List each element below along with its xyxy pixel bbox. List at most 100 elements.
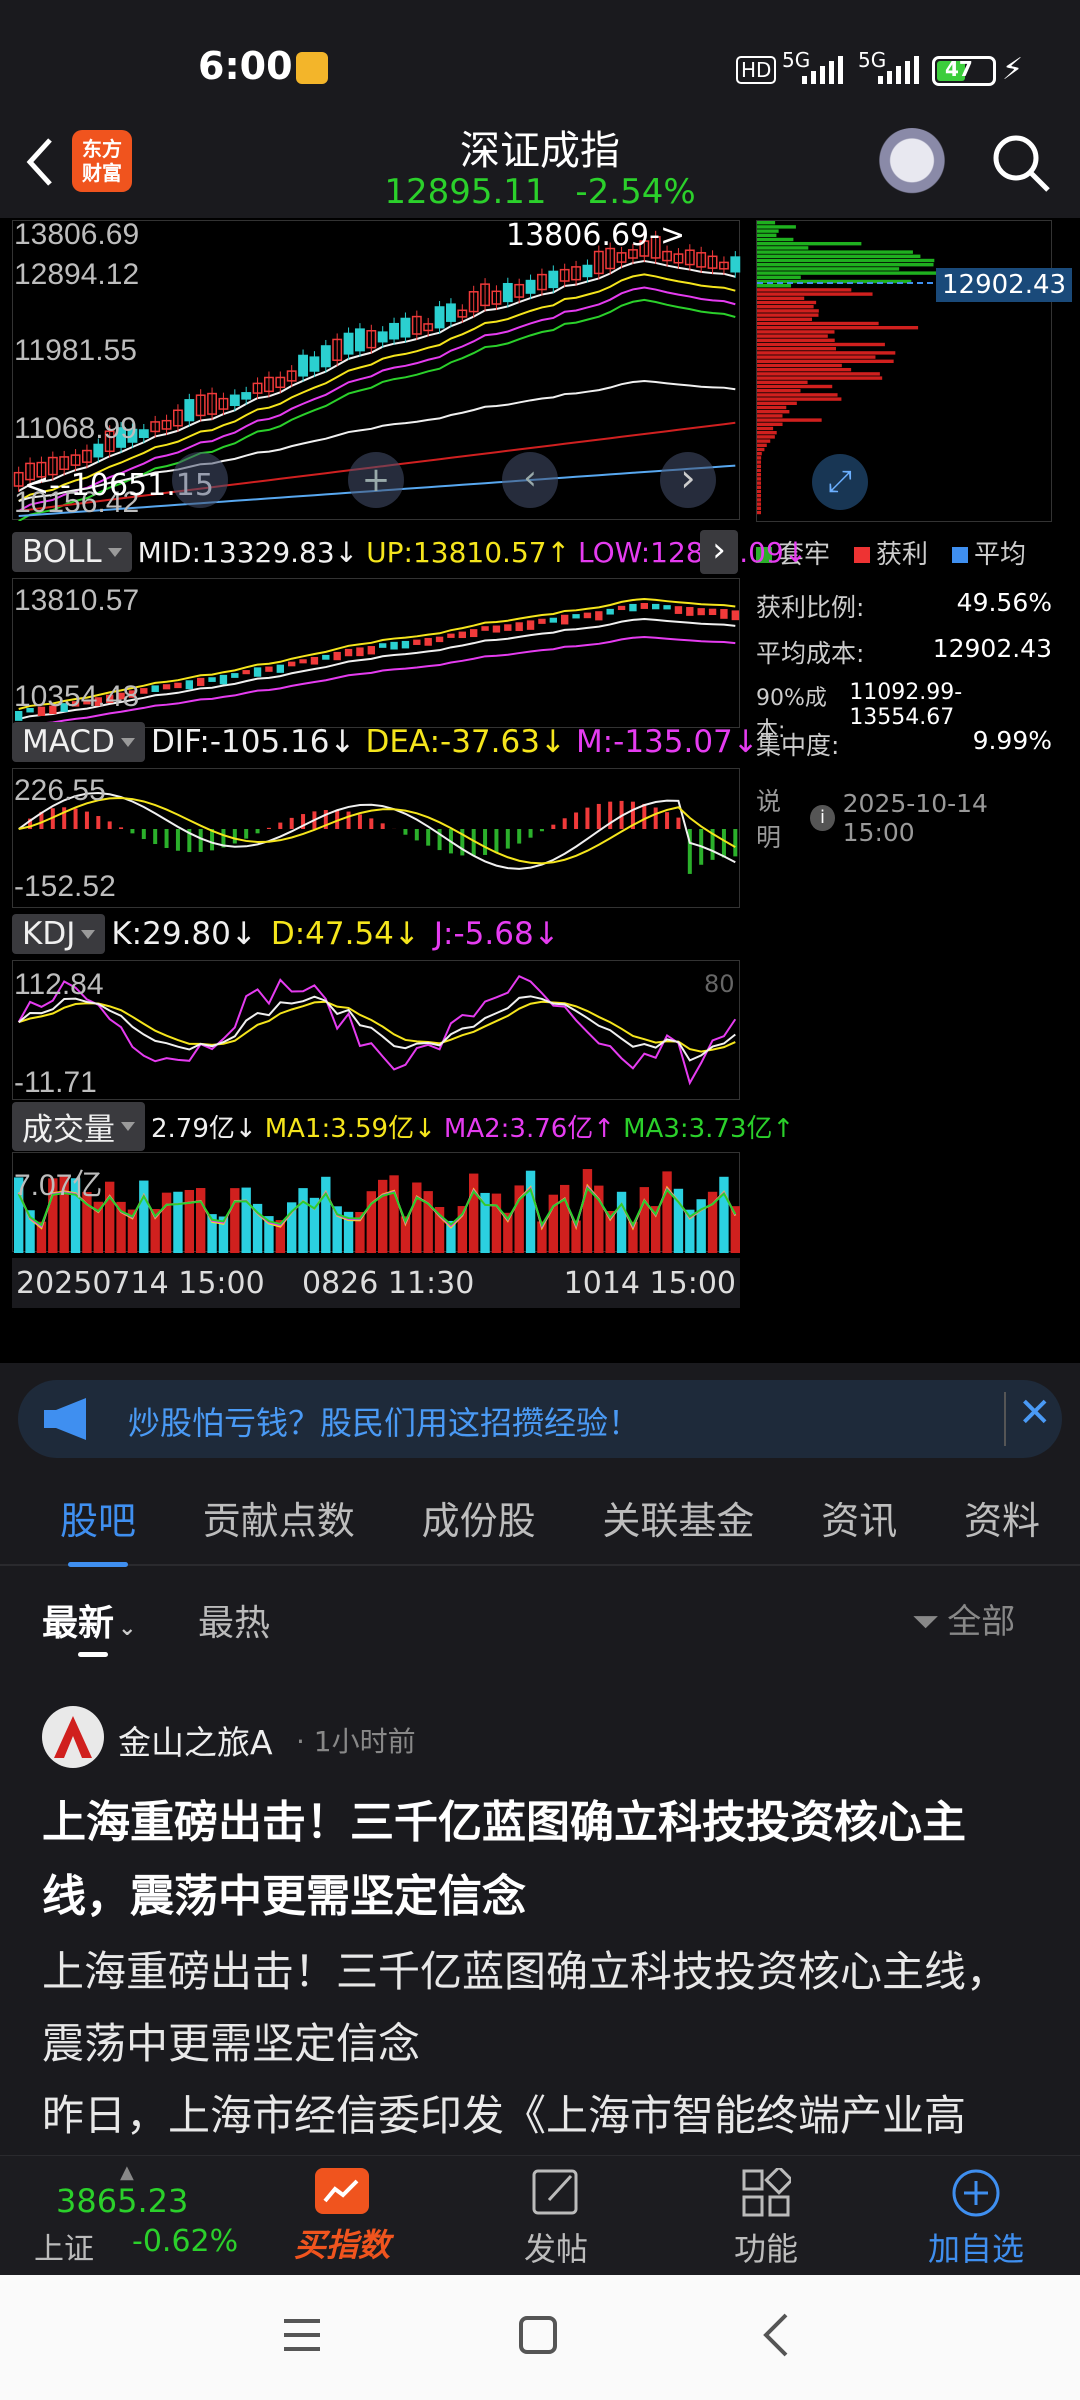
candle-body — [400, 317, 411, 338]
candle-body — [377, 331, 388, 343]
macd-bar — [494, 829, 499, 853]
promo-banner[interactable]: 炒股怕亏钱？股民们用这招攒经验！ ✕ — [18, 1380, 1062, 1458]
chip-distribution-panel[interactable] — [756, 220, 1053, 522]
chip-bar — [757, 233, 777, 237]
hd-icon: HD — [736, 56, 777, 84]
chip-bar — [757, 359, 894, 363]
boll-top-label: 13810.57 — [14, 584, 140, 617]
filter-button[interactable]: ⏷ 全部 — [912, 1594, 1015, 1643]
boll-candle — [140, 688, 148, 694]
chip-bar — [757, 443, 767, 447]
boll-candle — [617, 605, 626, 611]
chip-bar — [757, 510, 761, 515]
add-watchlist-button[interactable]: 加自选 — [928, 2168, 1024, 2270]
chip-bar — [757, 254, 921, 258]
system-nav-bar — [0, 2275, 1080, 2400]
chart-zoom-out-button[interactable] — [172, 452, 228, 508]
chart-left-button[interactable]: ‹ — [502, 452, 558, 508]
tab-guba[interactable]: 股吧 — [60, 1490, 136, 1567]
boll-candle — [720, 609, 728, 619]
expand-icon[interactable]: ⤢ — [812, 454, 868, 510]
chip-bar — [757, 456, 762, 460]
volume-bar — [525, 1170, 536, 1253]
candle-body — [389, 322, 399, 340]
tab-profile[interactable]: 资料 — [964, 1490, 1040, 1545]
chip-bar — [757, 460, 761, 464]
chart-zoom-in-button[interactable]: + — [348, 452, 404, 508]
boll-candle — [299, 659, 307, 664]
macd-bar — [62, 807, 67, 829]
macd-bar — [642, 803, 647, 829]
boll-candle — [549, 617, 557, 623]
chip-bar — [757, 334, 828, 338]
boll-candle — [652, 603, 660, 610]
macd-bar — [369, 818, 374, 829]
volume-bar — [230, 1188, 240, 1253]
chip-note[interactable]: 说明 i 2025-10-14 15:00 — [756, 782, 1052, 854]
back-nav-icon[interactable] — [756, 2311, 796, 2359]
chip-bar — [757, 494, 761, 498]
macd-bar — [107, 821, 112, 829]
index-ticker[interactable]: ▲ 3865.23 上证 -0.62% — [16, 2162, 256, 2268]
chip-bar — [757, 258, 935, 263]
candle-body — [93, 443, 104, 458]
home-icon[interactable] — [518, 2315, 558, 2355]
macd-bar — [175, 829, 180, 851]
boll-candle — [390, 641, 398, 650]
volume-panel[interactable] — [12, 1152, 740, 1253]
function-button[interactable]: 功能 — [734, 2168, 798, 2270]
close-icon[interactable]: ✕ — [1018, 1390, 1052, 1436]
robot-assistant-icon[interactable] — [876, 128, 948, 200]
macd-selector[interactable]: MACD — [12, 722, 145, 762]
chip-bar — [757, 250, 913, 254]
chart-right-button[interactable]: › — [660, 452, 716, 508]
indicator-next-button[interactable]: › — [700, 530, 738, 574]
post-author[interactable]: 金山之旅A — [118, 1716, 273, 1764]
kdj-chart — [17, 974, 737, 1086]
avatar[interactable] — [42, 1706, 104, 1768]
boll-selector[interactable]: BOLL — [12, 532, 132, 572]
tab-constituents[interactable]: 成份股 — [422, 1490, 536, 1545]
info-icon[interactable]: i — [810, 805, 835, 831]
chip-bar — [757, 229, 779, 233]
chart-area: 13806.69 12894.12 11981.55 11068.99 1015… — [0, 218, 1080, 1363]
kdj-bottom-label: -11.71 — [14, 1066, 97, 1099]
boll-candle — [640, 603, 648, 609]
buy-index-button[interactable]: 买指数 — [294, 2168, 390, 2266]
macd-bar — [84, 811, 89, 829]
kdj-selector[interactable]: KDJ — [12, 914, 106, 954]
macd-panel[interactable] — [12, 768, 740, 908]
chip-bar — [757, 468, 761, 473]
kdj-panel[interactable] — [12, 960, 740, 1100]
chip-bar — [757, 447, 765, 452]
signal-icon — [802, 56, 843, 84]
boll-candle — [367, 646, 375, 655]
subtab-hot[interactable]: 最热 — [198, 1594, 270, 1646]
chip-bar — [757, 380, 808, 384]
boll-candle — [276, 664, 284, 673]
volume-selector[interactable]: 成交量 — [12, 1101, 145, 1151]
macd-top-label: 226.55 — [14, 774, 106, 807]
chip-bar — [757, 305, 814, 309]
high-marker: 13806.69-> — [506, 218, 686, 253]
subtab-latest[interactable]: 最新 ⌄ — [42, 1594, 136, 1646]
post-button[interactable]: 发帖 — [524, 2168, 588, 2270]
menu-icon[interactable] — [282, 2315, 322, 2355]
post-title[interactable]: 上海重磅出击！三千亿蓝图确立科技投资核心主线，震荡中更需坚定信念 — [42, 1786, 1042, 1934]
tab-funds[interactable]: 关联基金 — [602, 1490, 754, 1545]
post-item[interactable]: 金山之旅A · 1小时前 上海重磅出击！三千亿蓝图确立科技投资核心主线，震荡中更… — [0, 1698, 1080, 2158]
boll-low: LOW:12849.09↓ — [578, 535, 808, 569]
chip-bar — [757, 410, 790, 414]
post-body: 上海重磅出击！三千亿蓝图确立科技投资核心主线，震荡中更需坚定信念 昨日，上海市经… — [42, 1936, 1042, 2152]
chip-bar — [757, 393, 838, 397]
tab-contribution[interactable]: 贡献点数 — [203, 1490, 355, 1545]
boll-candle — [288, 661, 296, 667]
boll-candle — [674, 606, 683, 614]
chip-bar — [757, 326, 919, 330]
chip-bar — [757, 506, 761, 510]
chip-bar — [757, 431, 777, 435]
tab-bar: 股吧 贡献点数 成份股 关联基金 资讯 资料 — [0, 1470, 1080, 1567]
search-icon[interactable] — [990, 132, 1054, 196]
macd-bar — [676, 817, 681, 829]
tab-news[interactable]: 资讯 — [821, 1490, 897, 1545]
